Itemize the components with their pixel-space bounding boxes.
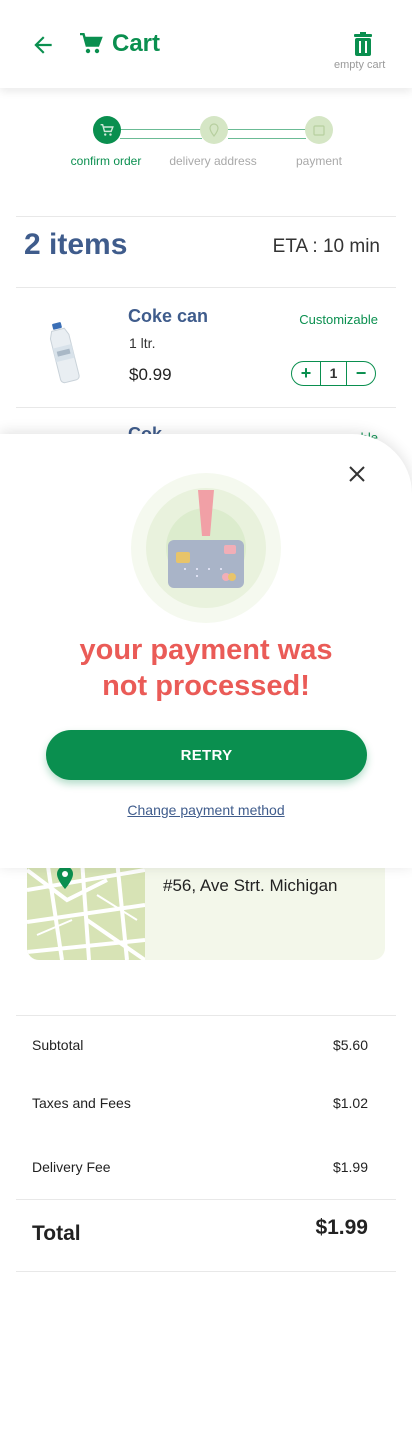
step-connector	[228, 129, 306, 139]
step-label: delivery address	[169, 154, 257, 168]
water-bottle-image	[49, 322, 80, 384]
product-name: Coke can	[128, 306, 209, 326]
decrease-quantity-button[interactable]: −	[347, 362, 375, 385]
items-count: 2 items	[24, 228, 128, 261]
subtotal-row: Subtotal $5.60	[32, 1037, 368, 1053]
error-message-line: your payment was	[79, 634, 333, 666]
error-message: your payment was not processed!	[0, 632, 412, 704]
step-connector	[120, 129, 202, 139]
cart-icon	[100, 123, 114, 136]
quantity-stepper: + 1 −	[291, 361, 376, 386]
step-label: payment	[295, 154, 343, 168]
divider	[16, 1015, 396, 1016]
trash-icon[interactable]	[352, 32, 374, 56]
payment-card-icon	[313, 124, 325, 136]
retry-button[interactable]: RETRY	[46, 730, 367, 780]
divider	[16, 1271, 396, 1272]
delivery-address: #56, Ave Strt. Michigan	[163, 876, 338, 895]
taxes-label: Taxes and Fees	[32, 1095, 131, 1111]
delivery-fee-value: $1.99	[332, 1159, 368, 1175]
increase-quantity-button[interactable]: +	[292, 362, 320, 385]
customizable-link[interactable]: Customizable	[299, 312, 378, 327]
eta-label: ETA : 10 min	[272, 236, 380, 257]
subtotal-value: $5.60	[332, 1037, 368, 1053]
step-label: confirm order	[70, 154, 142, 168]
delivery-fee-row: Delivery Fee $1.99	[32, 1159, 368, 1175]
product-size: 1 ltr.	[129, 335, 156, 351]
step-confirm-order[interactable]	[93, 116, 121, 144]
page-title: Cart	[112, 30, 161, 57]
total-value: $1.99	[315, 1216, 368, 1239]
map-thumbnail	[27, 860, 145, 960]
cart-icon	[80, 33, 103, 54]
payment-error-illustration	[131, 473, 281, 623]
payment-failed-sheet: your payment was not processed! RETRY Ch…	[0, 434, 412, 868]
app-header: Cart empty cart	[0, 0, 412, 88]
empty-cart-label[interactable]: empty cart	[334, 59, 385, 71]
divider	[16, 1199, 396, 1200]
delivery-fee-label: Delivery Fee	[32, 1159, 111, 1175]
step-delivery-address[interactable]	[200, 116, 228, 144]
error-message-line: not processed!	[102, 670, 310, 702]
subtotal-label: Subtotal	[32, 1037, 84, 1053]
close-icon[interactable]	[347, 464, 367, 484]
back-arrow-icon[interactable]	[30, 32, 56, 58]
quantity-value: 1	[320, 362, 347, 385]
taxes-row: Taxes and Fees $1.02	[32, 1095, 368, 1111]
divider	[16, 216, 396, 217]
total-label: Total	[32, 1222, 81, 1245]
product-price: $0.99	[129, 365, 172, 384]
change-payment-method-link[interactable]: Change payment method	[0, 802, 412, 818]
divider	[16, 407, 396, 408]
checkout-stepper: confirm order delivery address payment	[0, 110, 412, 180]
divider	[16, 287, 396, 288]
location-pin-icon	[209, 123, 219, 137]
step-payment[interactable]	[305, 116, 333, 144]
delivery-address-card[interactable]: #56, Ave Strt. Michigan	[27, 860, 385, 960]
taxes-value: $1.02	[332, 1095, 368, 1111]
